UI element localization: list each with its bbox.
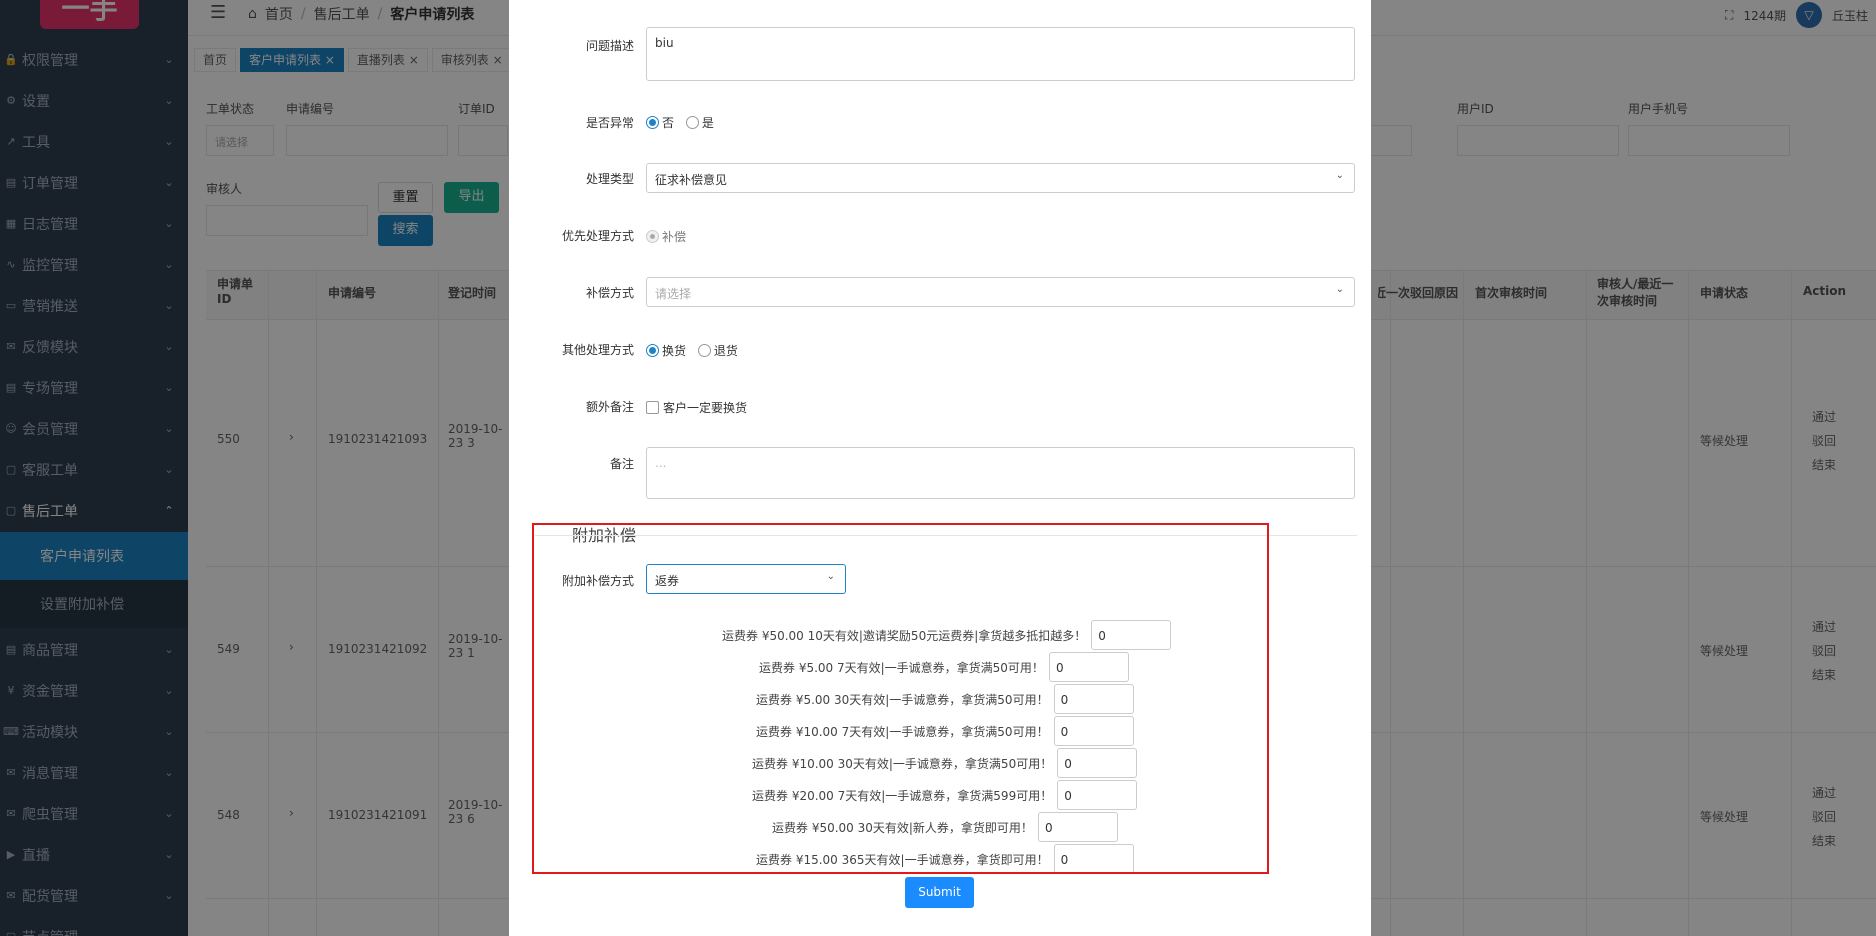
coupon-row: 运费券 ¥5.00 30天有效|一手诚意券，拿货满50可用！ 0 bbox=[756, 684, 1134, 714]
coupon-qty-input[interactable]: 0 bbox=[1053, 684, 1134, 714]
problem-label: 问题描述 bbox=[585, 39, 634, 53]
coupon-qty-input[interactable]: 0 bbox=[1057, 748, 1138, 778]
priority-label: 优先处理方式 bbox=[561, 229, 634, 243]
coupon-text: 运费券 ¥50.00 10天有效|邀请奖励50元运费券|拿货越多抵扣越多！ bbox=[722, 628, 1087, 643]
abnormal-no-label: 否 bbox=[662, 116, 675, 130]
coupon-qty-input[interactable]: 0 bbox=[1091, 620, 1172, 650]
note-label: 备注 bbox=[609, 457, 634, 471]
abnormal-radio-group: 否 是 bbox=[646, 114, 714, 131]
extra-comp-select[interactable]: 返券 ⌄ bbox=[646, 564, 846, 594]
return-label: 退货 bbox=[713, 344, 738, 358]
coupon-text: 运费券 ¥5.00 30天有效|一手诚意券，拿货满50可用！ bbox=[756, 692, 1049, 707]
coupon-text: 运费券 ¥50.00 30天有效|新人券，拿货即可用！ bbox=[772, 820, 1033, 835]
coupon-row: 运费券 ¥50.00 30天有效|新人券，拿货即可用！ 0 bbox=[772, 812, 1118, 842]
abnormal-no-radio[interactable] bbox=[646, 116, 659, 129]
comp-method-placeholder: 请选择 bbox=[655, 287, 692, 301]
abnormal-yes-radio[interactable] bbox=[685, 116, 699, 129]
coupon-row: 运费券 ¥10.00 30天有效|一手诚意券，拿货满50可用！ 0 bbox=[752, 748, 1138, 778]
priority-radio-group: 补偿 bbox=[646, 228, 686, 245]
coupon-text: 运费券 ¥15.00 365天有效|一手诚意券，拿货即可用！ bbox=[756, 852, 1049, 867]
must-exchange-label: 客户一定要换货 bbox=[663, 401, 748, 415]
abnormal-label: 是否异常 bbox=[585, 116, 634, 130]
coupon-text: 运费券 ¥10.00 30天有效|一手诚意券，拿货满50可用！ bbox=[752, 756, 1053, 771]
other-method-label: 其他处理方式 bbox=[561, 343, 634, 357]
abnormal-yes-label: 是 bbox=[701, 116, 714, 130]
exchange-label: 换货 bbox=[662, 344, 687, 358]
process-type-label: 处理类型 bbox=[585, 172, 634, 186]
coupon-text: 运费券 ¥20.00 7天有效|一手诚意券，拿货满599可用！ bbox=[752, 788, 1053, 803]
coupon-row: 运费券 ¥20.00 7天有效|一手诚意券，拿货满599可用！ 0 bbox=[752, 780, 1138, 810]
chevron-down-icon: ⌄ bbox=[826, 571, 835, 582]
submit-button[interactable]: Submit bbox=[905, 877, 974, 908]
coupon-qty-input[interactable]: 0 bbox=[1037, 812, 1118, 842]
other-method-radio-group: 换货 退货 bbox=[646, 342, 738, 359]
coupon-row: 运费券 ¥10.00 7天有效|一手诚意券，拿货满50可用！ 0 bbox=[756, 716, 1134, 746]
extra-comp-label: 附加补偿方式 bbox=[561, 574, 634, 588]
extra-note-group: 客户一定要换货 bbox=[646, 399, 747, 416]
chevron-down-icon: ⌄ bbox=[1335, 284, 1344, 295]
coupon-row: 运费券 ¥15.00 365天有效|一手诚意券，拿货即可用！ 0 bbox=[756, 844, 1134, 874]
coupon-row: 运费券 ¥50.00 10天有效|邀请奖励50元运费券|拿货越多抵扣越多！ 0 bbox=[722, 620, 1172, 650]
process-type-value: 征求补偿意见 bbox=[655, 173, 728, 187]
extra-note-label: 额外备注 bbox=[585, 400, 634, 414]
comp-method-label: 补偿方式 bbox=[585, 286, 634, 300]
process-type-select[interactable]: 征求补偿意见 ⌄ bbox=[646, 163, 1355, 193]
extra-comp-value: 返券 bbox=[655, 574, 680, 588]
return-radio[interactable] bbox=[697, 344, 711, 357]
priority-comp-radio bbox=[646, 230, 659, 243]
coupon-qty-input[interactable]: 0 bbox=[1057, 780, 1138, 810]
priority-comp-label: 补偿 bbox=[662, 230, 687, 244]
must-exchange-checkbox[interactable] bbox=[646, 401, 659, 414]
section-title: 附加补偿 bbox=[572, 526, 637, 545]
problem-textarea[interactable]: biu bbox=[646, 27, 1355, 81]
coupon-row: 运费券 ¥5.00 7天有效|一手诚意券，拿货满50可用！ 0 bbox=[759, 652, 1129, 682]
note-textarea[interactable]: ... bbox=[646, 447, 1355, 499]
section-divider bbox=[535, 535, 1357, 536]
comp-method-select[interactable]: 请选择 ⌄ bbox=[646, 277, 1355, 307]
coupon-qty-input[interactable]: 0 bbox=[1053, 716, 1134, 746]
coupon-qty-input[interactable]: 0 bbox=[1053, 844, 1134, 874]
coupon-text: 运费券 ¥5.00 7天有效|一手诚意券，拿货满50可用！ bbox=[759, 660, 1044, 675]
coupon-text: 运费券 ¥10.00 7天有效|一手诚意券，拿货满50可用！ bbox=[756, 724, 1049, 739]
exchange-radio[interactable] bbox=[646, 344, 659, 357]
coupon-qty-input[interactable]: 0 bbox=[1048, 652, 1129, 682]
chevron-down-icon: ⌄ bbox=[1335, 170, 1344, 181]
